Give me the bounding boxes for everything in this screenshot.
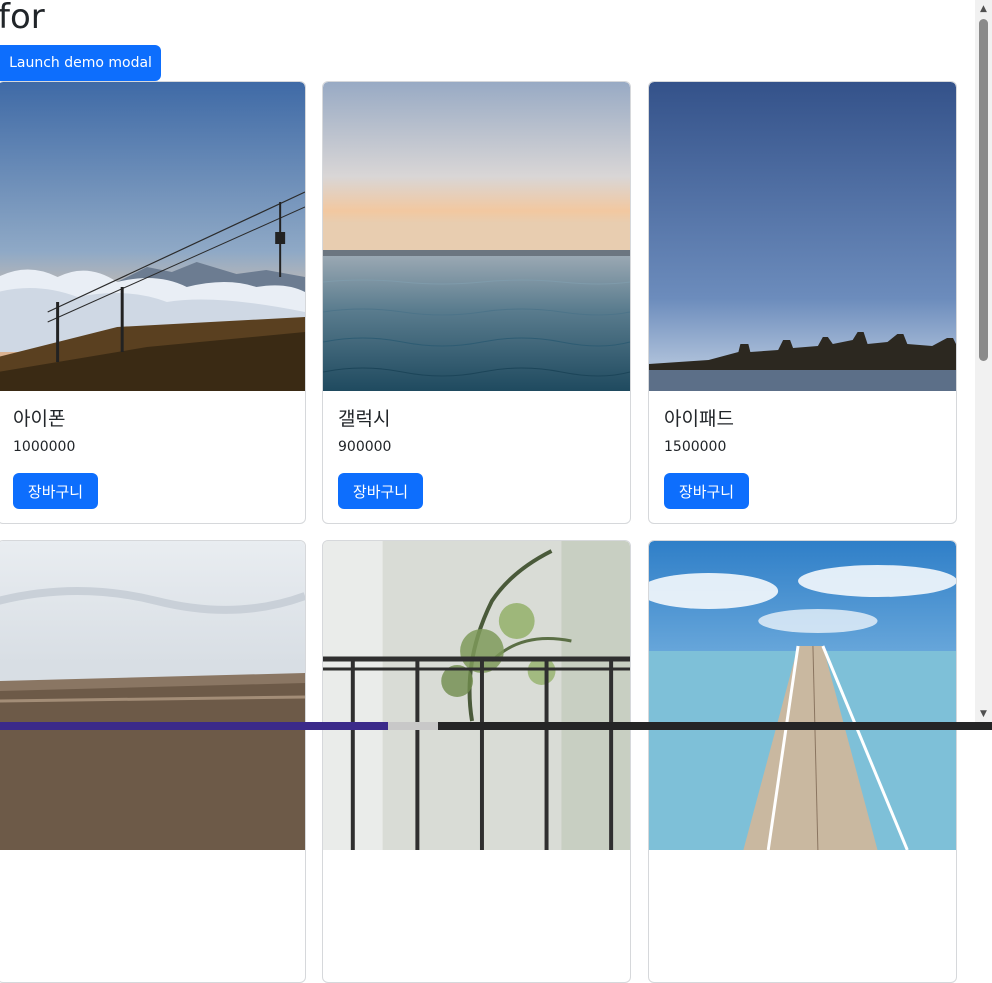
product-card: 갤럭시 900000 장바구니 — [322, 81, 631, 524]
page-title: for — [0, 0, 45, 37]
chevron-up-icon[interactable]: ▲ — [975, 0, 992, 17]
product-price: 1000000 — [13, 439, 76, 455]
taskbar — [0, 722, 992, 730]
product-name: 아이패드 — [664, 408, 734, 430]
product-name: 갤럭시 — [338, 408, 391, 430]
scrollbar-thumb[interactable] — [979, 19, 988, 361]
product-price: 1500000 — [664, 439, 727, 455]
product-card — [322, 540, 631, 983]
product-price: 900000 — [338, 439, 392, 455]
launch-modal-button[interactable]: Launch demo modal — [0, 45, 161, 81]
add-to-cart-button[interactable]: 장바구니 — [13, 473, 98, 509]
taskbar-segment — [438, 722, 992, 730]
taskbar-segment — [388, 722, 438, 730]
product-image — [0, 82, 305, 391]
product-image — [649, 541, 956, 850]
product-image — [323, 82, 630, 391]
add-to-cart-button[interactable]: 장바구니 — [664, 473, 749, 509]
product-image — [649, 82, 956, 391]
product-card: 아이패드 1500000 장바구니 — [648, 81, 957, 524]
product-image — [323, 541, 630, 850]
product-image — [0, 541, 305, 850]
add-to-cart-button[interactable]: 장바구니 — [338, 473, 423, 509]
chevron-down-icon[interactable]: ▼ — [975, 705, 992, 722]
product-name: 아이폰 — [13, 408, 66, 430]
product-card: 아이폰 1000000 장바구니 — [0, 81, 306, 524]
vertical-scrollbar[interactable]: ▲ ▼ — [975, 0, 992, 722]
taskbar-segment — [0, 722, 388, 730]
product-card — [0, 540, 306, 983]
product-card — [648, 540, 957, 983]
